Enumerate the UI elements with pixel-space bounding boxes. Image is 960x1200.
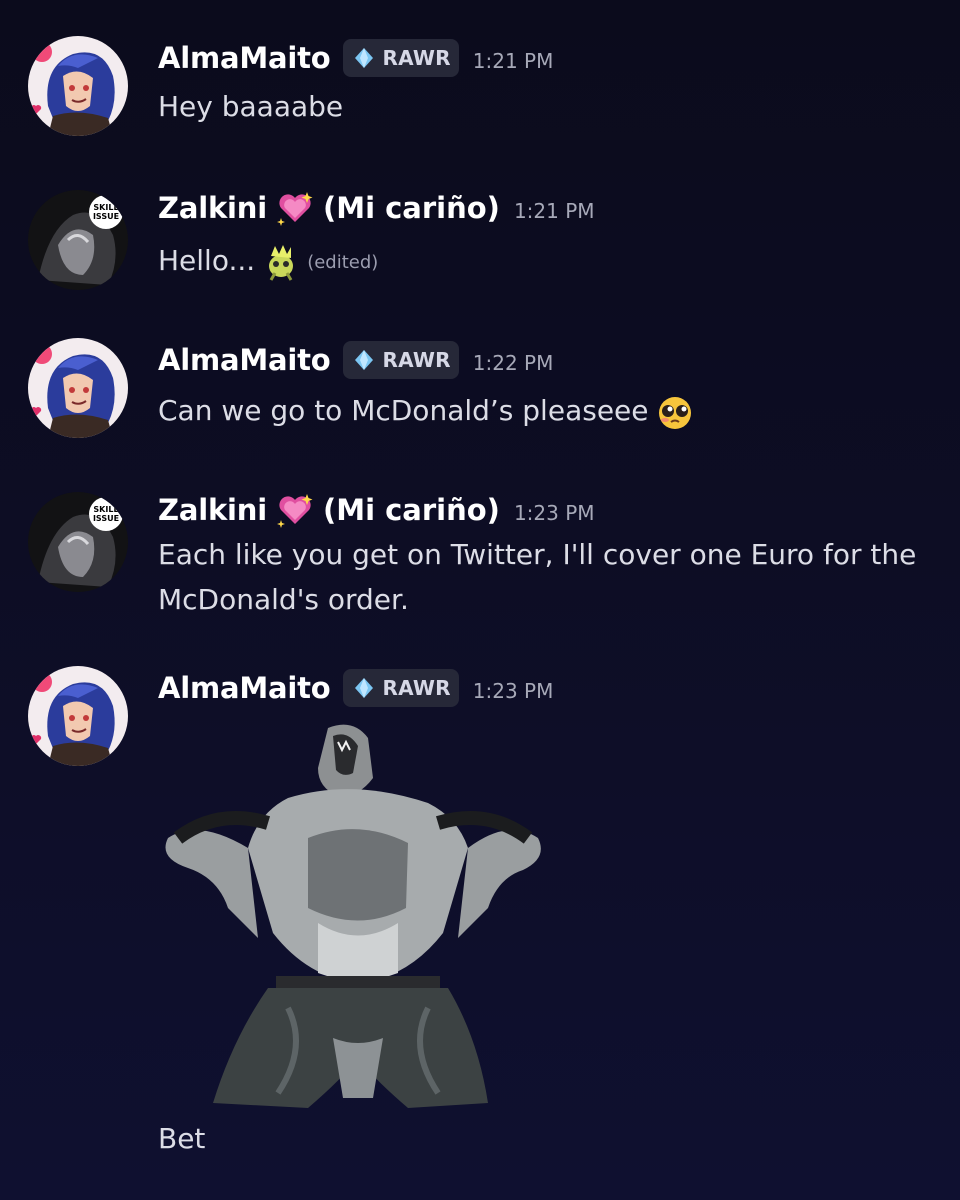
message-content: Can we go to McDonald’s pleaseee [158,394,649,427]
avatar-zalkini[interactable]: SKILL ISSUE [28,492,128,592]
username[interactable]: AlmaMaito [158,41,331,75]
message-text: Can we go to McDonald’s pleaseee [158,388,938,433]
skill-issue-line-1: SKILL [93,203,118,212]
timestamp[interactable]: 1:21 PM [514,199,595,223]
username[interactable]: AlmaMaito [158,343,331,377]
message-header: Zalkini (Mi cariño) 1:21 PM [158,186,595,230]
gem-icon [354,678,373,698]
gem-icon [354,48,373,68]
message-header: AlmaMaito RAWR 1:21 PM [158,36,553,80]
message-content: Hello... [158,244,256,277]
gem-icon [354,350,373,370]
message-header: AlmaMaito RAWR 1:22 PM [158,338,553,382]
nickname: (Mi cariño) [322,191,500,225]
timestamp[interactable]: 1:23 PM [514,501,595,525]
timestamp[interactable]: 1:22 PM [473,351,554,375]
username[interactable]: Zalkini [158,493,267,527]
server-tag[interactable]: RAWR [342,39,459,77]
server-tag[interactable]: RAWR [342,341,459,379]
message-header: AlmaMaito RAWR 1:23 PM [158,666,553,710]
message-header: Zalkini (Mi cariño) 1:23 PM [158,488,595,532]
sparkling-heart-icon [276,494,313,528]
message-text: Bet [158,1116,938,1161]
message-content: Hey baaaabe [158,90,344,123]
skill-issue-line-1: SKILL [93,505,118,514]
message-text: Hello... (edited) [158,238,938,285]
message-text: Each like you get on Twitter, I'll cover… [158,532,938,622]
timestamp[interactable]: 1:21 PM [473,49,554,73]
server-tag[interactable]: RAWR [342,669,459,707]
username[interactable]: AlmaMaito [158,671,331,705]
sparkling-heart-icon [276,192,313,226]
tag-label: RAWR [382,46,451,70]
timestamp[interactable]: 1:23 PM [473,679,554,703]
chat-log: AlmaMaito RAWR 1:21 PM Hey baaaabe SKILL… [0,0,960,1200]
yellow-creature-emoji [269,245,294,281]
skill-issue-line-2: ISSUE [93,514,119,523]
avatar-almamaito[interactable] [28,36,128,136]
edited-label: (edited) [307,251,379,273]
werewolf-sticker[interactable] [158,718,548,1112]
tag-label: RAWR [382,676,451,700]
message-text: Hey baaaabe [158,84,938,129]
avatar-zalkini[interactable]: SKILL ISSUE [28,190,128,290]
skill-issue-line-2: ISSUE [93,212,119,221]
avatar-almamaito[interactable] [28,338,128,438]
nickname: (Mi cariño) [322,493,500,527]
message-content: Each like you get on Twitter, I'll cover… [158,538,917,616]
pleading-face-emoji [658,397,691,429]
username[interactable]: Zalkini [158,191,267,225]
avatar-almamaito[interactable] [28,666,128,766]
tag-label: RAWR [382,348,451,372]
message-content: Bet [158,1122,206,1155]
